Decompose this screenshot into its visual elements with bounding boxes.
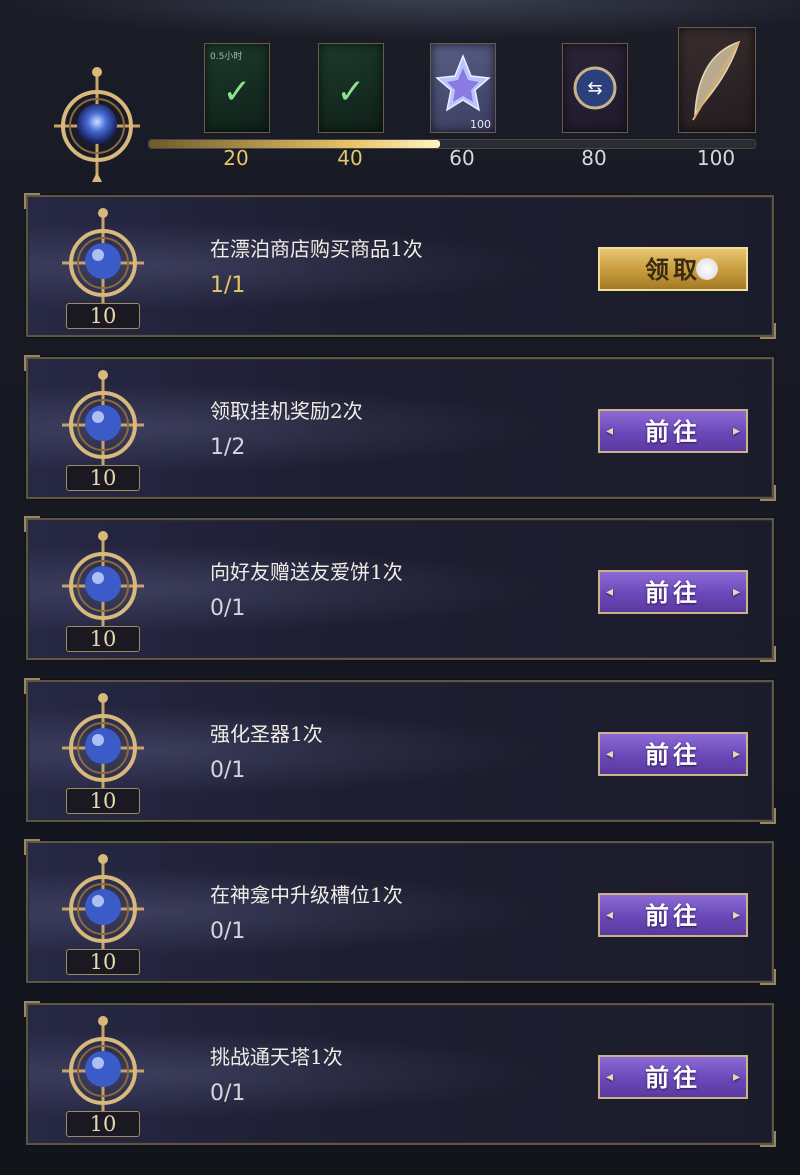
milestone-80: 80 — [581, 146, 607, 170]
task-action-label: 前往 — [645, 578, 701, 607]
task-action-label: 前往 — [645, 901, 701, 930]
task-name: 向好友赠送友爱饼1次 — [210, 560, 403, 584]
task-name: 挑战通天塔1次 — [210, 1045, 343, 1069]
go-button[interactable]: ◂ 前往 ▸ — [598, 893, 748, 937]
task-points: 10 — [66, 303, 140, 329]
task-card: 10 在神龛中升级槽位1次 0/1 ◂ 前往 ▸ — [24, 839, 776, 985]
task-points: 10 — [66, 949, 140, 975]
task-card: 10 强化圣器1次 0/1 ◂ 前往 ▸ — [24, 678, 776, 824]
task-card: 10 向好友赠送友爱饼1次 0/1 ◂ 前往 ▸ — [24, 516, 776, 662]
task-progress: 0/1 — [210, 596, 246, 621]
button-ornament-right-icon: ▸ — [732, 584, 740, 600]
activity-medal-icon — [54, 67, 140, 182]
button-ornament-left-icon: ◂ — [606, 1069, 614, 1085]
go-button[interactable]: ◂ 前往 ▸ — [598, 1055, 748, 1099]
touch-indicator — [696, 258, 718, 280]
reward-40[interactable]: ✓ — [318, 43, 384, 133]
task-progress: 0/1 — [210, 1081, 246, 1106]
button-ornament-right-icon: ▸ — [732, 746, 740, 762]
reward-100[interactable] — [678, 27, 756, 133]
task-points: 10 — [66, 1111, 140, 1137]
button-ornament-right-icon: ▸ — [732, 1069, 740, 1085]
button-ornament-left-icon: ◂ — [606, 584, 614, 600]
task-progress: 0/1 — [210, 919, 246, 944]
button-ornament-left-icon: ◂ — [606, 423, 614, 439]
reward-80[interactable]: ⇆ — [562, 43, 628, 133]
task-points: 10 — [66, 465, 140, 491]
claim-button[interactable]: 领取 — [598, 247, 748, 291]
milestone-20: 20 — [223, 146, 249, 170]
emblem-icon: ⇆ — [573, 66, 617, 110]
milestone-100: 100 — [696, 146, 736, 170]
task-progress: 1/1 — [210, 273, 246, 298]
task-points: 10 — [66, 788, 140, 814]
task-name: 强化圣器1次 — [210, 722, 323, 746]
go-button[interactable]: ◂ 前往 ▸ — [598, 732, 748, 776]
go-button[interactable]: ◂ 前往 ▸ — [598, 570, 748, 614]
button-ornament-left-icon: ◂ — [606, 746, 614, 762]
task-name: 在神龛中升级槽位1次 — [210, 883, 403, 907]
task-points: 10 — [66, 626, 140, 652]
task-action-label: 领取 — [645, 255, 701, 284]
claimed-check-icon: ✓ — [222, 72, 252, 113]
milestone-40: 40 — [337, 146, 363, 170]
go-button[interactable]: ◂ 前往 ▸ — [598, 409, 748, 453]
claimed-check-icon: ✓ — [336, 72, 366, 113]
task-card: 10 领取挂机奖励2次 1/2 ◂ 前往 ▸ — [24, 355, 776, 501]
task-card: 10 在漂泊商店购买商品1次 1/1 领取 — [24, 193, 776, 339]
button-ornament-right-icon: ▸ — [732, 907, 740, 923]
milestone-60: 60 — [449, 146, 475, 170]
button-ornament-left-icon: ◂ — [606, 907, 614, 923]
task-progress: 1/2 — [210, 435, 246, 460]
task-name: 领取挂机奖励2次 — [210, 399, 363, 423]
reward-60-count: 100 — [470, 118, 491, 131]
task-progress: 0/1 — [210, 758, 246, 783]
activity-progress-fill — [149, 140, 440, 148]
feather-icon — [692, 40, 741, 121]
task-action-label: 前往 — [645, 1063, 701, 1092]
svg-text:⇆: ⇆ — [587, 78, 602, 99]
reward-20[interactable]: 0.5小时 ✓ — [204, 43, 270, 133]
button-ornament-right-icon: ▸ — [732, 423, 740, 439]
task-card: 10 挑战通天塔1次 0/1 ◂ 前往 ▸ — [24, 1001, 776, 1147]
task-action-label: 前往 — [645, 740, 701, 769]
task-action-label: 前往 — [645, 417, 701, 446]
reward-20-label: 0.5小时 — [210, 52, 243, 62]
reward-60[interactable]: 100 — [430, 43, 496, 133]
task-name: 在漂泊商店购买商品1次 — [210, 237, 423, 261]
